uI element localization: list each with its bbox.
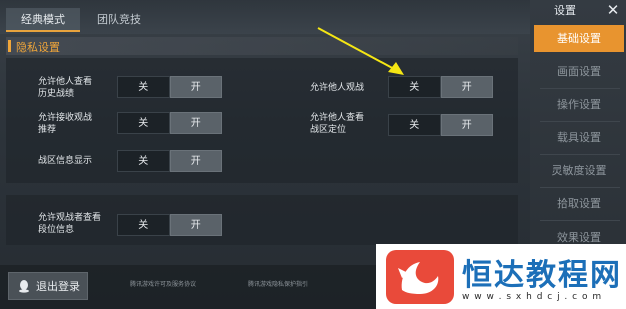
watermark-logo-icon xyxy=(386,250,454,304)
watermark-title: 恒达教程网 xyxy=(462,258,622,293)
watermark-url: w w w . s x h d c j . c o m xyxy=(462,292,603,302)
